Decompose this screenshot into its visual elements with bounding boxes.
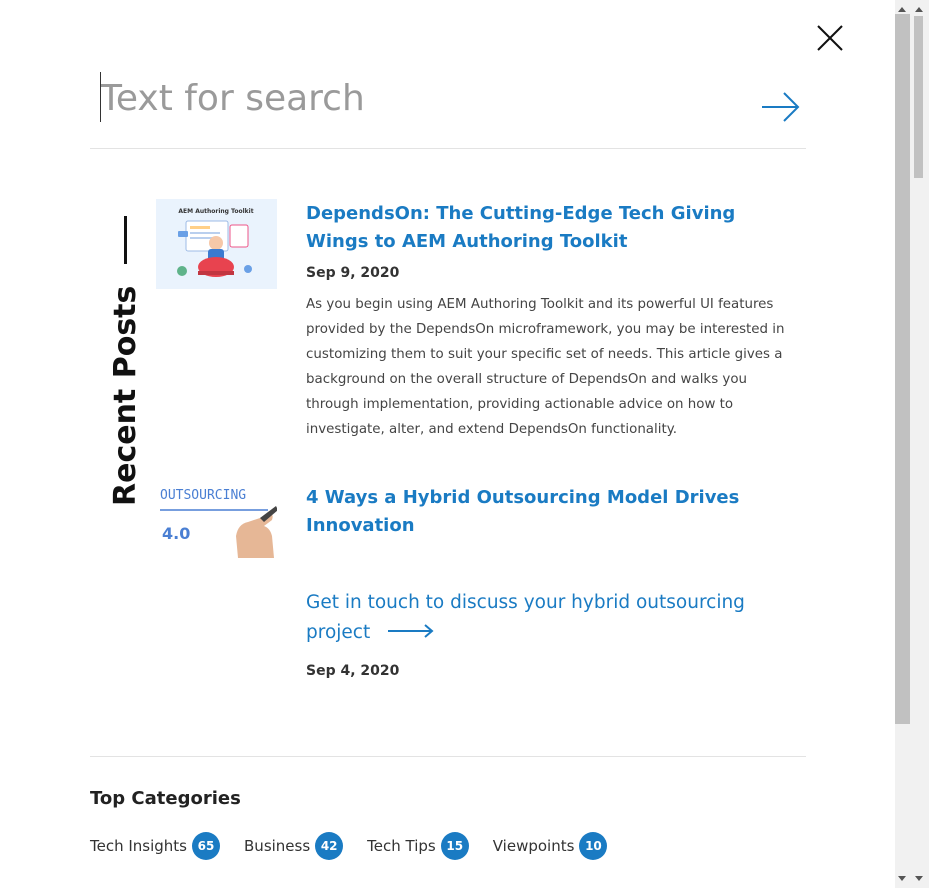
search-bar	[90, 66, 806, 149]
search-input[interactable]	[100, 70, 740, 126]
category-business[interactable]: Business 42	[244, 832, 344, 860]
page-scrollbar[interactable]	[895, 0, 929, 888]
aem-toolkit-illustration: AEM Authoring Toolkit	[156, 199, 277, 289]
scroll-down-arrow-icon[interactable]	[898, 876, 906, 881]
top-categories-heading: Top Categories	[90, 788, 241, 809]
post-date: Sep 9, 2020	[306, 265, 400, 281]
category-count-badge: 42	[315, 832, 344, 860]
search-submit-button[interactable]	[760, 90, 806, 126]
close-icon	[817, 25, 843, 51]
close-button[interactable]	[814, 22, 846, 54]
category-count-badge: 15	[440, 832, 469, 860]
scroll-up-arrow-icon[interactable]	[915, 7, 923, 12]
category-count-badge: 65	[192, 832, 221, 860]
post-thumbnail[interactable]: AEM Authoring Toolkit	[156, 199, 277, 289]
inner-scroll-thumb[interactable]	[914, 16, 923, 178]
post-title-link[interactable]: 4 Ways a Hybrid Outsourcing Model Drives…	[306, 484, 776, 540]
category-tech-insights[interactable]: Tech Insights 65	[90, 832, 221, 860]
category-viewpoints[interactable]: Viewpoints 10	[493, 832, 608, 860]
cta-text: Get in touch to discuss your hybrid outs…	[306, 592, 745, 643]
outer-scroll-thumb[interactable]	[895, 14, 910, 724]
post-thumbnail[interactable]: OUTSOURCING 4.0	[156, 478, 277, 558]
search-overlay: Recent Posts AEM Authoring Toolkit Depen…	[0, 0, 895, 888]
category-tech-tips[interactable]: Tech Tips 15	[367, 832, 469, 860]
recent-posts-label: Recent Posts	[108, 285, 143, 506]
category-label: Business	[244, 837, 311, 855]
scroll-down-arrow-icon[interactable]	[915, 876, 923, 881]
scroll-up-arrow-icon[interactable]	[898, 7, 906, 12]
heading-bar	[124, 215, 127, 264]
section-divider	[90, 756, 806, 757]
category-label: Tech Insights	[90, 837, 188, 855]
category-list: Tech Insights 65 Business 42 Tech Tips 1…	[90, 832, 631, 860]
thumbnail-caption: AEM Authoring Toolkit	[178, 208, 253, 215]
post-date: Sep 4, 2020	[306, 663, 400, 679]
recent-posts-heading: Recent Posts	[108, 215, 143, 506]
outsourcing-illustration: OUTSOURCING 4.0	[156, 478, 277, 558]
contact-cta-link[interactable]: Get in touch to discuss your hybrid outs…	[306, 588, 776, 648]
arrow-right-icon	[762, 92, 800, 122]
thumbnail-caption: OUTSOURCING	[160, 488, 246, 503]
text-caret	[100, 72, 101, 122]
category-count-badge: 10	[579, 832, 608, 860]
post-excerpt: As you begin using AEM Authoring Toolkit…	[306, 297, 785, 437]
category-label: Tech Tips	[367, 837, 436, 855]
long-arrow-right-icon	[388, 618, 434, 648]
thumbnail-subcaption: 4.0	[162, 524, 190, 543]
post-title-link[interactable]: DependsOn: The Cutting-Edge Tech Giving …	[306, 200, 796, 256]
category-label: Viewpoints	[492, 837, 575, 855]
